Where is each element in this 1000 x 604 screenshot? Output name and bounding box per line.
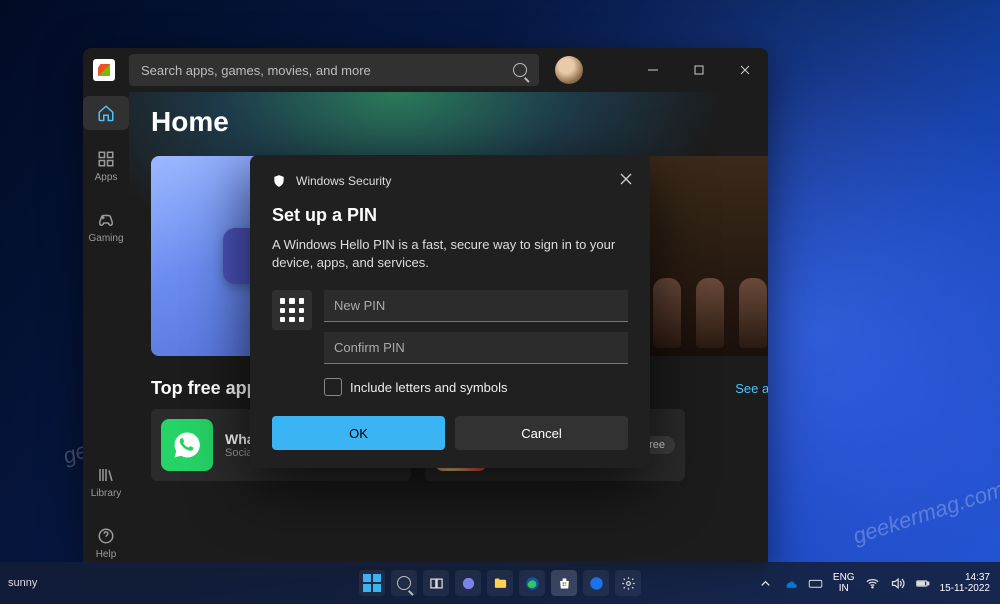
start-button[interactable] <box>359 570 385 596</box>
apps-icon <box>97 150 115 168</box>
chat-icon <box>461 576 476 591</box>
task-view[interactable] <box>423 570 449 596</box>
maximize-button[interactable] <box>676 48 722 92</box>
show-person <box>696 278 724 348</box>
windows-logo-icon <box>363 574 381 592</box>
edge-icon <box>589 576 604 591</box>
sidebar: Apps Gaming Library Help <box>83 92 129 568</box>
help-icon <box>97 527 115 545</box>
sidebar-item-apps[interactable]: Apps <box>83 142 129 191</box>
sidebar-item-label: Gaming <box>88 233 123 244</box>
folder-icon <box>493 576 508 591</box>
keyboard-icon[interactable] <box>808 576 823 591</box>
volume-icon[interactable] <box>890 576 905 591</box>
ok-button[interactable]: OK <box>272 416 445 450</box>
taskbar-chat[interactable] <box>455 570 481 596</box>
sidebar-item-label: Help <box>96 549 117 560</box>
dialog-title: Set up a PIN <box>272 205 628 226</box>
taskbar-center <box>359 570 641 596</box>
close-button[interactable] <box>722 48 768 92</box>
taskbar-explorer[interactable] <box>487 570 513 596</box>
language-indicator[interactable]: ENG IN <box>833 572 855 594</box>
sidebar-item-library[interactable]: Library <box>83 458 129 507</box>
dialog-body: A Windows Hello PIN is a fast, secure wa… <box>272 236 628 272</box>
titlebar[interactable] <box>83 48 768 92</box>
library-icon <box>97 466 115 484</box>
search-bar[interactable] <box>129 54 539 86</box>
sidebar-item-label: Apps <box>95 172 118 183</box>
taskbar-search[interactable] <box>391 570 417 596</box>
include-letters-checkbox[interactable] <box>324 378 342 396</box>
chevron-up-icon[interactable] <box>758 576 773 591</box>
gear-icon <box>621 576 636 591</box>
close-icon <box>620 173 632 185</box>
confirm-pin-input[interactable] <box>324 332 628 364</box>
taskbar-edge-2[interactable] <box>583 570 609 596</box>
dialog-close-button[interactable] <box>612 165 640 193</box>
taskbar-weather[interactable]: sunny <box>0 577 37 589</box>
battery-icon[interactable] <box>915 576 930 591</box>
sidebar-item-home[interactable] <box>83 96 129 130</box>
store-icon <box>557 576 572 591</box>
show-person <box>739 278 767 348</box>
taskbar-clock[interactable]: 14:37 15-11-2022 <box>940 572 990 594</box>
hero-tile-show[interactable] <box>645 156 768 356</box>
edge-icon <box>525 576 540 591</box>
show-person <box>653 278 681 348</box>
keypad-icon <box>272 290 312 330</box>
home-icon <box>97 104 115 122</box>
wifi-icon[interactable] <box>865 576 880 591</box>
taskbar[interactable]: sunny ENG IN 14:37 15-11-2022 <box>0 562 1000 604</box>
search-icon <box>397 576 411 590</box>
include-letters-label: Include letters and symbols <box>350 380 508 395</box>
onedrive-tray-icon[interactable] <box>783 576 798 591</box>
sidebar-item-gaming[interactable]: Gaming <box>83 203 129 252</box>
windows-security-dialog: Windows Security Set up a PIN A Windows … <box>250 155 650 468</box>
gaming-icon <box>97 211 115 229</box>
cancel-button[interactable]: Cancel <box>455 416 628 450</box>
user-avatar[interactable] <box>555 56 583 84</box>
taskbar-store[interactable] <box>551 570 577 596</box>
page-title: Home <box>151 106 768 138</box>
taskbar-settings[interactable] <box>615 570 641 596</box>
search-input[interactable] <box>141 63 513 78</box>
new-pin-input[interactable] <box>324 290 628 322</box>
store-logo-icon <box>93 59 115 81</box>
search-icon[interactable] <box>513 63 527 77</box>
sidebar-item-help[interactable]: Help <box>83 519 129 568</box>
dialog-source: Windows Security <box>296 174 391 188</box>
see-all-link[interactable]: See all <box>735 381 768 396</box>
whatsapp-icon <box>161 419 213 471</box>
task-view-icon <box>429 576 444 591</box>
minimize-button[interactable] <box>630 48 676 92</box>
sidebar-item-label: Library <box>91 488 122 499</box>
shield-icon <box>272 173 286 189</box>
taskbar-edge[interactable] <box>519 570 545 596</box>
